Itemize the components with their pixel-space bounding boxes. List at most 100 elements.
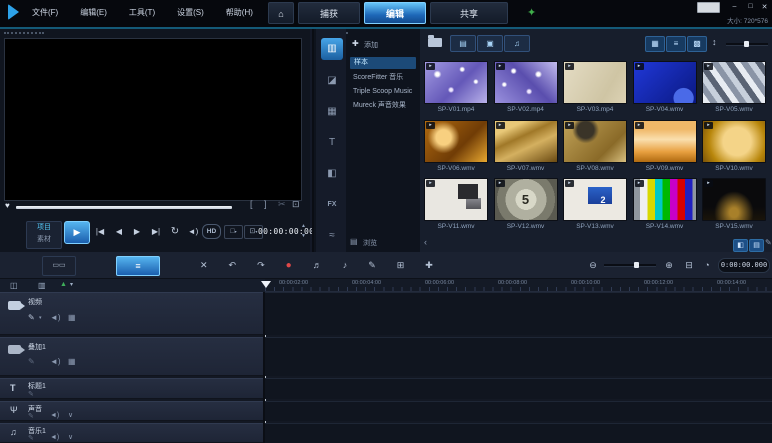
filter-videos-button[interactable]: ▤ [450,35,476,52]
titles-icon[interactable]: T [321,132,343,154]
project-clip-toggle[interactable]: 项目 素材 [26,221,62,249]
media-thumbnail[interactable]: ▸ [563,120,627,163]
media-thumbnail[interactable]: ▸ [494,61,558,104]
tab-capture[interactable]: 捕获 [298,2,360,24]
media-thumbnail[interactable]: ▸ [424,178,488,221]
media-thumbnail[interactable]: ▸ [702,120,766,163]
media-thumbnail[interactable]: ▸ [563,61,627,104]
media-item[interactable]: ▸ SP-V14.wmv [633,178,703,237]
track-header-video[interactable]: 视频 ✎ ▾ ◄) ▦ [0,292,263,335]
options-panel-toggle-button[interactable]: ▤ [749,239,764,252]
close-button[interactable]: ✕ [758,3,771,11]
thumbnail-view-button[interactable]: ▦ [645,36,665,52]
menu-item[interactable]: 文件(F) [32,7,58,18]
chevron-down-icon[interactable]: ▾ [70,281,73,288]
media-thumbnail[interactable]: ▸ [633,178,697,221]
scroll-left-icon[interactable]: ‹ [424,237,427,247]
step-down-icon[interactable]: ▼ [301,233,306,239]
mute-track-icon[interactable]: ◄) [50,412,59,419]
media-item[interactable]: ▸ SP-V11.wmv [424,178,494,237]
graphics-icon[interactable]: ◧ [321,163,343,185]
browse-label[interactable]: 浏览 [363,238,377,248]
storyboard-view-button[interactable]: ▭▭ [42,256,76,276]
track-header-title[interactable]: T 标题1 ✎ [0,378,263,399]
filter-audio-button[interactable]: ♫ [504,35,530,52]
next-frame-button[interactable]: ▶ [130,221,144,242]
minimize-button[interactable]: – [728,3,741,10]
media-item[interactable]: ▸ 5 SP-V12.wmv [494,178,564,237]
preview-timecode[interactable]: 00:00:00:000 [258,223,319,240]
media-item[interactable]: ▸ SP-V05.wmv [702,61,772,120]
timeline-tool-icon[interactable]: ✚ [425,260,433,271]
track-content-title[interactable] [265,378,772,399]
track-content-music[interactable] [265,423,772,443]
preview-screen[interactable] [4,38,302,201]
timeline-view-button[interactable]: ≡ [116,256,160,276]
filter-photos-button[interactable]: ▣ [477,35,503,52]
media-thumbnail[interactable]: ▸ [424,120,488,163]
track-manager-icon[interactable]: ◫ [10,281,18,290]
toggle-project[interactable]: 项目 [27,222,61,234]
ripple-edit-icon[interactable]: ✎ [28,390,34,398]
restore-button[interactable]: □ [744,3,757,10]
media-item[interactable]: ▸ SP-V08.wmv [563,120,633,179]
menu-item[interactable]: 编辑(E) [80,7,107,18]
track-content-video[interactable] [265,292,772,335]
sort-icon[interactable]: ↕ [712,37,717,47]
timeline-tool-icon[interactable]: ↷ [257,260,265,271]
filters-icon[interactable]: FX [321,194,343,216]
media-item[interactable]: ▸ SP-V15.wmv [702,178,772,237]
media-item[interactable]: ▸ SP-V01.mp4 [424,61,494,120]
media-item[interactable]: ▸ 2 SP-V13.wmv [563,178,633,237]
track-header-voice[interactable]: Ψ 声音 ✎ ◄) ∨ [0,401,263,421]
browse-icon[interactable]: ▤ [350,237,358,246]
scrubber-track[interactable] [16,206,232,209]
repeat-button[interactable]: ↻ [168,221,182,242]
media-item[interactable]: ▸ SP-V02.mp4 [494,61,564,120]
timeline-tool-icon[interactable]: ✕ [200,260,208,271]
media-thumbnail[interactable]: ▸ [494,120,558,163]
menu-item[interactable]: 帮助(H) [226,7,253,18]
folder-triple-scoop[interactable]: Triple Scoop Music [353,86,412,98]
screen-size-button[interactable]: □▾ [224,225,243,239]
tab-edit[interactable]: 编辑 [364,2,426,24]
playhead-marker[interactable] [261,281,271,288]
media-library-icon[interactable]: ▥ [321,38,343,60]
end-frame-button[interactable]: ▶| [148,221,164,242]
zoom-in-icon[interactable]: ⊕ [662,256,676,274]
media-thumbnail[interactable]: ▸ [633,61,697,104]
track-content-overlay[interactable] [265,337,772,376]
thumbnail-size-slider[interactable] [726,43,768,46]
project-duration-icon[interactable]: ◔ [700,256,714,274]
timeline-timecode[interactable]: 0:00:00.000 [718,258,770,273]
add-folder-icon[interactable]: ✚ [352,39,359,48]
timeline-tool-icon[interactable]: ⊞ [397,260,405,271]
media-item[interactable]: ▸ SP-V03.mp4 [563,61,633,120]
motion-paths-icon[interactable]: ≈ [321,225,343,247]
enlarge-preview-icon[interactable]: ⊡ [292,199,300,210]
import-media-icon[interactable] [428,38,442,47]
mute-track-icon[interactable]: ◄) [50,357,61,366]
timeline-tool-icon[interactable]: ✎ [368,260,376,271]
mute-track-icon[interactable]: ◄) [50,313,61,322]
play-button[interactable]: ▶ [64,221,90,244]
track-height-icon[interactable]: ▦ [68,313,76,322]
timeline-tool-icon[interactable]: ♪ [343,260,348,270]
menu-item[interactable]: 设置(S) [177,7,204,18]
chapter-point-icon[interactable]: ▥ [38,281,46,290]
zoom-out-icon[interactable]: ⊖ [586,256,600,274]
track-height-icon[interactable]: ▦ [68,357,76,366]
add-track-icon[interactable]: ▲ [60,281,67,288]
folder-sound-effects[interactable]: Mureck 声音效果 [353,100,406,112]
edit-clip-icon[interactable]: ✎ [765,238,772,247]
detail-view-button[interactable]: ▩ [687,36,707,52]
media-thumbnail[interactable]: ▸ 5 [494,178,558,221]
upgrade-icon[interactable]: ✦ [527,6,536,19]
mute-track-icon[interactable]: ◄) [50,434,59,441]
ripple-edit-icon[interactable]: ✎ [28,412,34,420]
timeline-ruler[interactable]: 00:00:02:0000:00:04:0000:00:06:0000:00:0… [265,279,772,292]
timeline-zoom-slider[interactable] [604,264,656,267]
add-folder-label[interactable]: 添加 [364,40,378,50]
folder-samples[interactable]: 样本 [350,57,416,69]
fit-project-icon[interactable]: ⊟ [682,256,696,274]
